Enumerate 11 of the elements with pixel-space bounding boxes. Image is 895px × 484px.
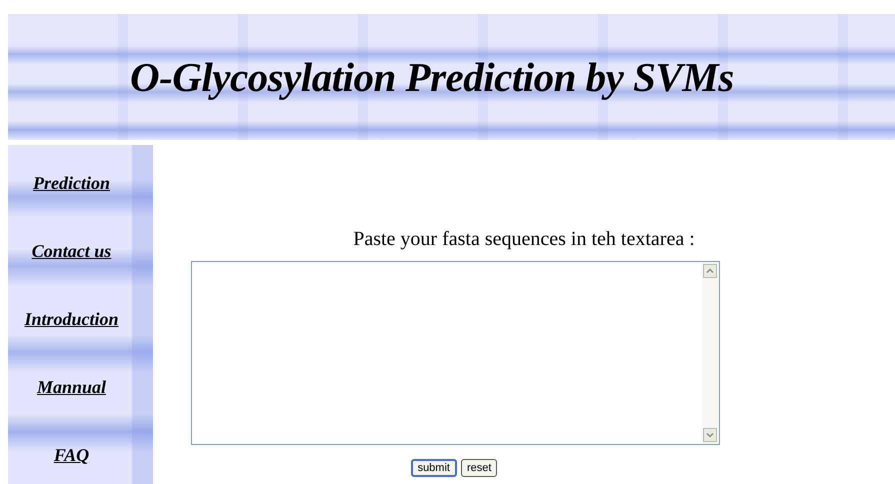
- nav-link[interactable]: Mannual: [36, 375, 106, 399]
- prompt-text: Paste your fasta sequences in teh textarea :: [353, 227, 695, 251]
- site-title: O-Glycosylation Prediction by SVMs: [130, 53, 734, 101]
- nav-link[interactable]: Introduction: [24, 307, 119, 331]
- scroll-up-icon[interactable]: [703, 264, 717, 278]
- form-button[interactable]: submit: [410, 459, 457, 477]
- nav-link[interactable]: FAQ: [54, 443, 90, 467]
- nav-link[interactable]: Prediction: [33, 171, 110, 195]
- form-button[interactable]: reset: [460, 459, 498, 477]
- scroll-down-icon[interactable]: [703, 428, 717, 442]
- nav-link[interactable]: Contact us: [32, 239, 112, 263]
